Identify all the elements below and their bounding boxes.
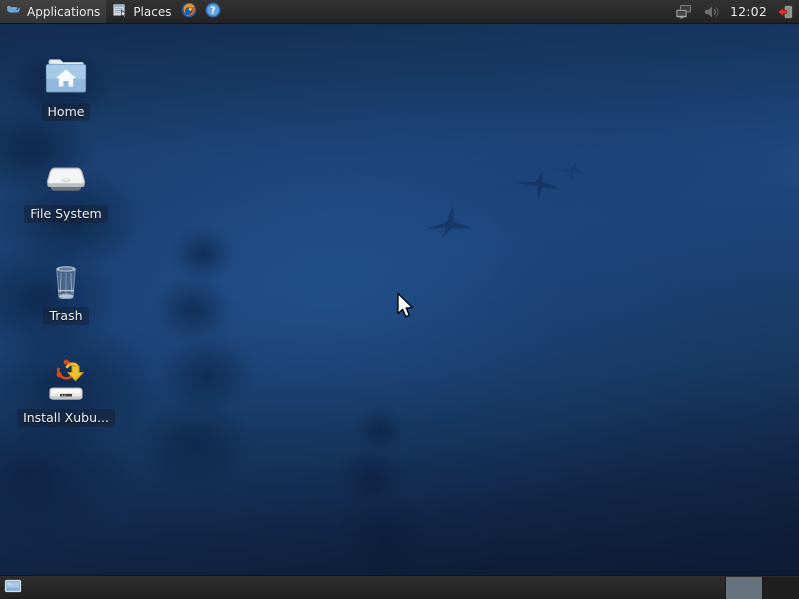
desktop-icon-install-xubuntu-label: Install Xubu...	[17, 409, 115, 427]
workspace-1[interactable]	[725, 577, 762, 599]
firefox-launcher[interactable]	[177, 0, 201, 23]
xubuntu-mouse-icon	[6, 2, 22, 21]
trash-icon	[42, 256, 90, 304]
desktop-icon-file-system-label: File System	[24, 205, 108, 223]
logout-button[interactable]	[772, 0, 799, 23]
places-menu-button[interactable]: Places	[106, 0, 177, 23]
desktop-icon-home[interactable]: Home	[18, 52, 114, 121]
desktop-icon-trash[interactable]: Trash	[18, 256, 114, 325]
desktop-icon-file-system[interactable]: File System	[18, 154, 114, 223]
desktop-icon-trash-label: Trash	[43, 307, 88, 325]
install-disc-icon	[42, 358, 90, 406]
top-panel[interactable]: Applications Places	[0, 0, 799, 24]
svg-text:?: ?	[211, 6, 217, 17]
applications-menu-button[interactable]: Applications	[0, 0, 106, 23]
display-settings-tray-icon[interactable]	[670, 0, 698, 23]
places-menu-label: Places	[133, 5, 171, 19]
workspace-switcher[interactable]	[725, 577, 799, 599]
applications-menu-label: Applications	[27, 5, 100, 19]
firefox-icon	[181, 2, 197, 21]
places-folder-icon	[112, 2, 128, 21]
volume-control-tray-icon[interactable]	[698, 0, 725, 23]
help-launcher[interactable]: ?	[201, 0, 225, 23]
show-desktop-button[interactable]	[2, 578, 24, 598]
home-folder-icon	[42, 52, 90, 100]
workspace-2[interactable]	[762, 577, 799, 599]
desktop[interactable]: Applications Places	[0, 0, 799, 599]
desktop-icon-layer: Home File System	[0, 24, 799, 575]
desktop-icon-home-label: Home	[42, 103, 91, 121]
harddisk-icon	[42, 154, 90, 202]
help-question-icon: ?	[205, 2, 221, 21]
desktop-icon-install-xubuntu[interactable]: Install Xubu...	[18, 358, 114, 427]
bottom-panel[interactable]	[0, 575, 799, 599]
show-desktop-icon	[4, 578, 22, 598]
panel-clock[interactable]: 12:02	[725, 4, 772, 19]
